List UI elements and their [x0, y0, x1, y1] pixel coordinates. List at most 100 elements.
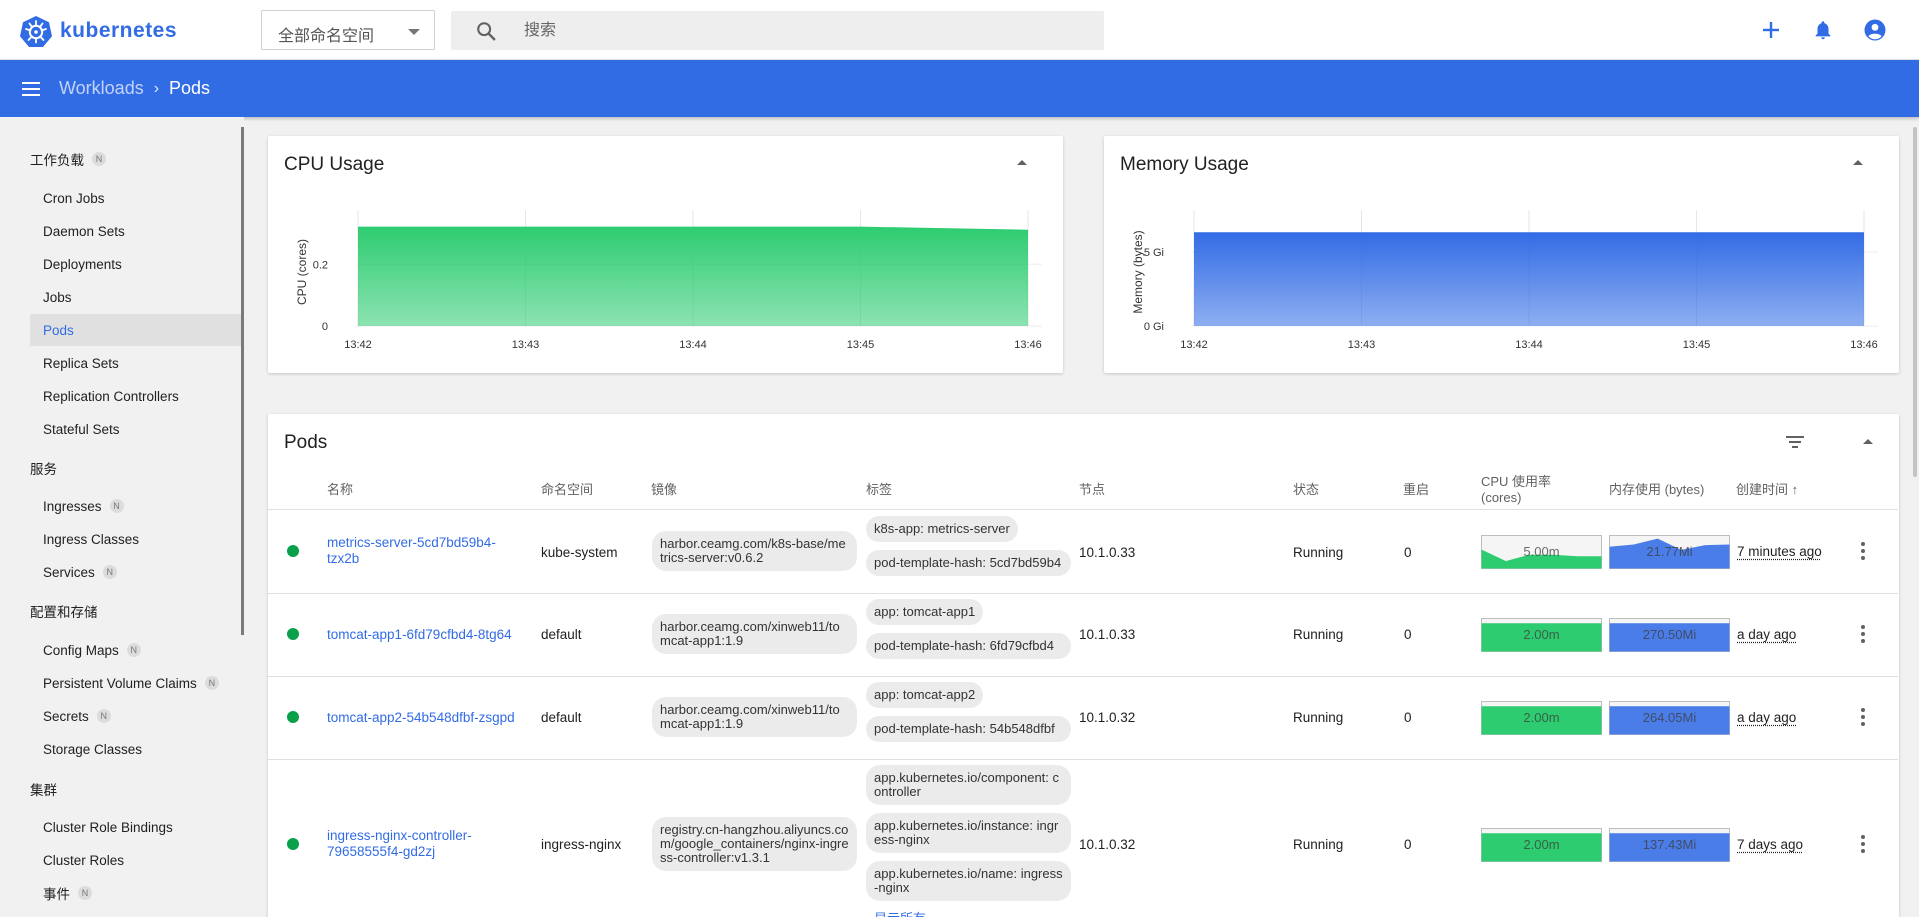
- notifications-button[interactable]: [1809, 16, 1837, 44]
- cpu-sparkline: 2.00m: [1481, 618, 1602, 652]
- label-chip: app.kubernetes.io/component: controller: [866, 765, 1071, 805]
- create-button[interactable]: [1757, 16, 1785, 44]
- pod-name-link[interactable]: tomcat-app2-54b548dfbf-zsgpd: [327, 710, 515, 726]
- namespaced-badge: N: [78, 886, 92, 900]
- show-all-labels-link[interactable]: 显示所有: [874, 908, 926, 917]
- column-header-created[interactable]: 创建时间 ↑: [1736, 482, 1798, 498]
- sidebar-item-cron-jobs[interactable]: Cron Jobs: [30, 182, 241, 214]
- sidebar-item-stateful-sets[interactable]: Stateful Sets: [30, 413, 241, 445]
- sidebar-item-label: Persistent Volume Claims: [43, 675, 197, 691]
- image-chip: harbor.ceamg.com/k8s-base/metrics-server…: [652, 531, 857, 571]
- column-header-name[interactable]: 名称: [327, 482, 353, 498]
- row-divider: [268, 759, 1898, 760]
- breadcrumb: Workloads › Pods: [59, 78, 210, 99]
- more-vert-icon[interactable]: [1851, 539, 1875, 563]
- top-app-bar: kubernetes 全部命名空间: [0, 0, 1919, 60]
- sidebar-item-deployments[interactable]: Deployments: [30, 248, 241, 280]
- collapse-arrow-icon[interactable]: [1856, 430, 1880, 454]
- pod-namespace: default: [541, 710, 582, 725]
- sidebar-item-services[interactable]: Services N: [30, 556, 241, 588]
- memory-usage-chart: 0 Gi 5 Gi 13:42 13:43 13:44 13:45 13:46 Memory …: [1131, 210, 1878, 351]
- created-time[interactable]: 7 minutes ago: [1737, 544, 1822, 559]
- cpu-x-tick-label: 13:46: [1014, 339, 1042, 351]
- sidebar-item-ingress-classes[interactable]: Ingress Classes: [30, 523, 241, 555]
- sidebar-item-storage-classes[interactable]: Storage Classes: [30, 733, 241, 765]
- sidebar-item-label: Secrets: [43, 708, 89, 724]
- sidebar-item-config-maps[interactable]: Config Maps N: [30, 634, 241, 666]
- image-chip: harbor.ceamg.com/xinweb11/tomcat-app1:1.…: [652, 697, 857, 737]
- sidebar-item-label: Cluster Role Bindings: [43, 819, 173, 835]
- created-time[interactable]: a day ago: [1737, 710, 1796, 725]
- sidebar-item-secrets[interactable]: Secrets N: [30, 700, 241, 732]
- sidebar-item-pods[interactable]: Pods: [30, 314, 241, 346]
- sidebar-section-workloads[interactable]: 工作负载 N: [30, 150, 106, 168]
- label-chip: pod-template-hash: 6fd79cfbd4: [866, 633, 1071, 659]
- row-divider: [268, 676, 1898, 677]
- column-header-status[interactable]: 状态: [1293, 482, 1319, 498]
- column-header-node[interactable]: 节点: [1079, 482, 1105, 498]
- kubernetes-logo[interactable]: kubernetes: [20, 15, 177, 47]
- sidebar-item-daemon-sets[interactable]: Daemon Sets: [30, 215, 241, 247]
- sidebar-section-services[interactable]: 服务: [30, 459, 57, 477]
- sidebar-section-cluster[interactable]: 集群: [30, 780, 57, 798]
- sidebar-section-config-storage[interactable]: 配置和存储: [30, 602, 98, 620]
- app-name: kubernetes: [60, 19, 178, 42]
- column-header-cpu[interactable]: CPU 使用率 (cores): [1481, 474, 1581, 506]
- cpu-sparkline: 5.00m: [1481, 535, 1602, 569]
- header-divider: [268, 509, 1898, 510]
- row-divider: [268, 593, 1898, 594]
- chevron-right-icon: ›: [153, 79, 160, 97]
- pod-name-link[interactable]: metrics-server-5cd7bd59b4-tzx2b: [327, 535, 512, 567]
- mem-x-tick-label: 13:45: [1683, 339, 1711, 351]
- breadcrumb-workloads-link[interactable]: Workloads: [59, 78, 144, 99]
- sidebar-item-events[interactable]: 事件 N: [30, 877, 241, 909]
- menu-icon[interactable]: [20, 78, 42, 100]
- label-chip: app: tomcat-app2: [866, 682, 984, 708]
- pods-card-title: Pods: [284, 432, 328, 453]
- label-chip: app.kubernetes.io/name: ingress-nginx: [866, 861, 1071, 901]
- cpu-y-axis-label: CPU (cores): [295, 239, 309, 305]
- created-time[interactable]: a day ago: [1737, 627, 1796, 642]
- column-header-images: 镜像: [651, 482, 678, 497]
- column-header-memory[interactable]: 内存使用 (bytes): [1609, 482, 1704, 498]
- filter-icon[interactable]: [1783, 430, 1807, 454]
- memory-usage-value: 264.05Mi: [1642, 710, 1697, 725]
- search-input[interactable]: [524, 19, 1084, 43]
- column-header-namespace[interactable]: 命名空间: [541, 482, 593, 498]
- column-header-restarts[interactable]: 重启: [1403, 482, 1429, 498]
- page-scrollbar[interactable]: [1913, 127, 1917, 477]
- sidebar-item-cluster-roles[interactable]: Cluster Roles: [30, 844, 241, 876]
- cpu-sparkline: 2.00m: [1481, 701, 1602, 735]
- memory-usage-value: 137.43Mi: [1642, 837, 1697, 852]
- memory-sparkline: 264.05Mi: [1609, 701, 1730, 735]
- sidebar-item-cluster-role-bindings[interactable]: Cluster Role Bindings: [30, 811, 241, 843]
- more-vert-icon[interactable]: [1851, 622, 1875, 646]
- namespace-selected-value: 全部命名空间: [278, 28, 375, 45]
- namespace-selector[interactable]: 全部命名空间: [261, 10, 435, 50]
- namespaced-badge: N: [92, 152, 106, 166]
- created-time[interactable]: 7 days ago: [1737, 837, 1803, 852]
- memory-usage-value: 21.77Mi: [1646, 544, 1693, 559]
- search-icon: [477, 22, 496, 41]
- memory-sparkline: 137.43Mi: [1609, 828, 1730, 862]
- sidebar-item-jobs[interactable]: Jobs: [30, 281, 241, 313]
- cpu-usage-value: 5.00m: [1523, 544, 1560, 559]
- more-vert-icon[interactable]: [1851, 832, 1875, 856]
- label-chip: app: tomcat-app1: [866, 599, 984, 625]
- sidebar-item-ingresses[interactable]: Ingresses N: [30, 490, 241, 522]
- sidebar-item-replication-controllers[interactable]: Replication Controllers: [30, 380, 241, 412]
- cpu-usage-value: 2.00m: [1523, 710, 1560, 725]
- cpu-area: [358, 227, 1028, 326]
- pod-name-link[interactable]: ingress-nginx-controller-79658555f4-gd2z…: [327, 828, 512, 860]
- sidebar-item-persistent-volume-claims[interactable]: Persistent Volume Claims N: [30, 667, 241, 699]
- memory-usage-value: 270.50Mi: [1642, 627, 1697, 642]
- cpu-y-tick-label: 0: [322, 321, 328, 333]
- mem-x-tick-label: 13:46: [1850, 339, 1878, 351]
- account-button[interactable]: [1861, 16, 1889, 44]
- dropdown-caret-icon: [408, 29, 420, 35]
- pod-name-link[interactable]: tomcat-app1-6fd79cfbd4-8tg64: [327, 627, 512, 643]
- cpu-x-tick-label: 13:44: [679, 339, 707, 351]
- more-vert-icon[interactable]: [1851, 705, 1875, 729]
- sidebar-item-label: 事件: [43, 887, 70, 902]
- sidebar-item-replica-sets[interactable]: Replica Sets: [30, 347, 241, 379]
